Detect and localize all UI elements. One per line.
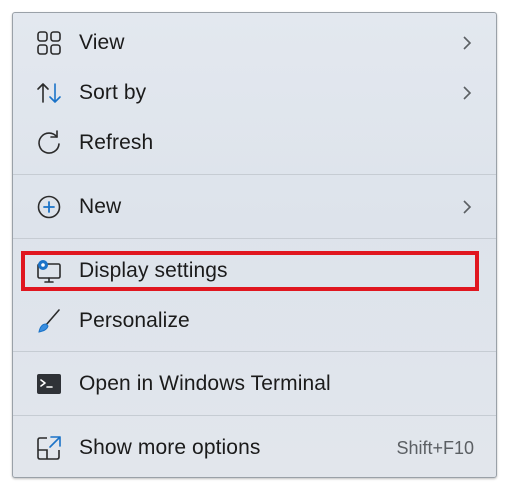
menu-item-label: Personalize	[79, 309, 190, 332]
menu-item-label: New	[79, 195, 122, 218]
grid-icon	[35, 29, 63, 57]
menu-item-show-more-options[interactable]: Show more options Shift+F10	[13, 424, 496, 472]
terminal-icon	[35, 370, 63, 398]
menu-item-new[interactable]: New	[13, 183, 496, 231]
menu-separator	[13, 174, 496, 175]
menu-item-personalize[interactable]: Personalize	[13, 297, 496, 345]
plus-circle-icon	[35, 193, 63, 221]
menu-separator	[13, 415, 496, 416]
menu-item-label: Show more options	[79, 436, 261, 459]
menu-separator	[13, 238, 496, 239]
brush-icon	[35, 307, 63, 335]
menu-item-label: Open in Windows Terminal	[79, 372, 331, 395]
highlight-box	[21, 251, 479, 291]
refresh-icon	[35, 129, 63, 157]
menu-item-label: View	[79, 31, 125, 54]
menu-item-open-terminal[interactable]: Open in Windows Terminal	[13, 360, 496, 408]
menu-item-refresh[interactable]: Refresh	[13, 119, 496, 167]
desktop-context-menu: View Sort by Refresh New Display setting…	[12, 12, 497, 478]
shortcut-hint: Shift+F10	[396, 437, 474, 458]
chevron-right-icon	[460, 83, 474, 103]
chevron-right-icon	[460, 33, 474, 53]
show-more-icon	[35, 434, 63, 462]
sort-arrows-icon	[35, 79, 63, 107]
menu-item-sort-by[interactable]: Sort by	[13, 69, 496, 117]
screenshot-frame: View Sort by Refresh New Display setting…	[0, 0, 509, 490]
menu-separator	[13, 351, 496, 352]
chevron-right-icon	[460, 197, 474, 217]
menu-item-label: Sort by	[79, 81, 147, 104]
menu-item-view[interactable]: View	[13, 19, 496, 67]
menu-item-label: Refresh	[79, 131, 154, 154]
